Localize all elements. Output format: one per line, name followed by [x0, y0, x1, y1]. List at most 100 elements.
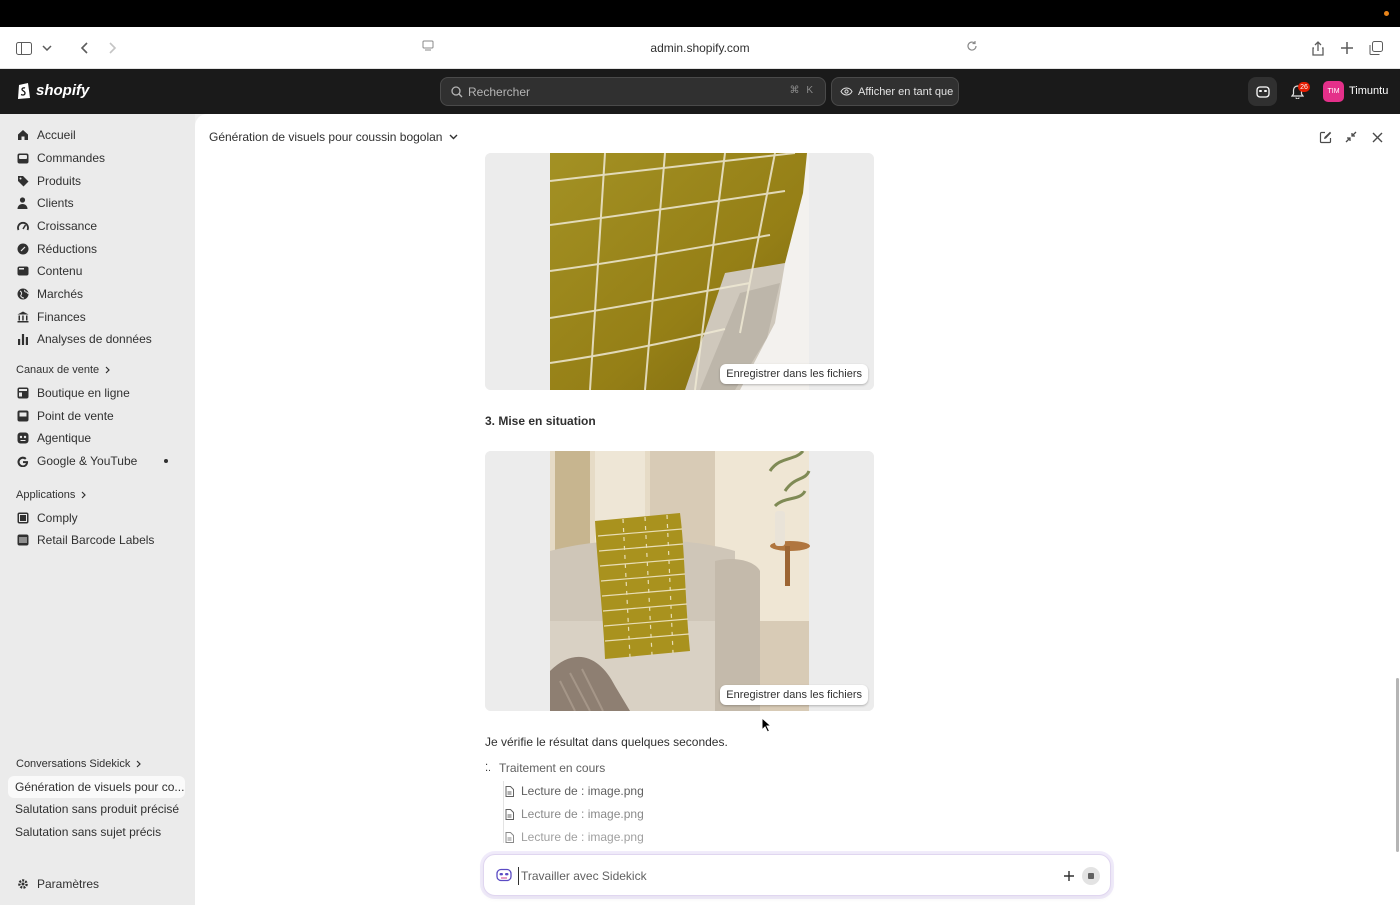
- conversation-title[interactable]: Génération de visuels pour coussin bogol…: [209, 130, 458, 144]
- sidebar-item-barcode[interactable]: Retail Barcode Labels: [8, 529, 188, 551]
- sidebar-item-pos[interactable]: Point de vente: [8, 405, 188, 427]
- sidebar-item-boutique[interactable]: Boutique en ligne: [8, 382, 188, 404]
- app-icon: [16, 512, 29, 525]
- sidebar-item-label: Accueil: [37, 128, 76, 142]
- chevron-down-icon: [449, 134, 458, 140]
- generated-image-card: Enregistrer dans les fichiers: [485, 153, 874, 390]
- sidebar-item-reductions[interactable]: Réductions: [8, 238, 188, 260]
- conversation-label: Salutation sans produit précisé: [15, 802, 180, 816]
- apps-heading[interactable]: Applications: [16, 489, 87, 501]
- sidebar-item-agentique[interactable]: Agentique: [8, 427, 188, 449]
- sidebar-item-analyses[interactable]: Analyses de données: [8, 328, 188, 350]
- new-chat-icon[interactable]: [1317, 129, 1333, 145]
- spinner-icon: ⁚.: [485, 762, 491, 774]
- file-icon: [505, 808, 514, 820]
- search-placeholder: Rechercher: [468, 84, 531, 99]
- content-icon: [16, 265, 29, 278]
- processing-status[interactable]: ⁚. Traitement en cours: [485, 761, 605, 775]
- sidebar-item-produits[interactable]: Produits: [8, 170, 188, 192]
- page-menu-icon[interactable]: [422, 40, 434, 55]
- status-dot: [164, 459, 168, 463]
- recording-indicator: [1384, 11, 1389, 16]
- section-label: Applications: [16, 489, 76, 501]
- url-text: admin.shopify.com: [650, 41, 750, 55]
- forward-icon[interactable]: [102, 37, 124, 59]
- tool-call-item: Lecture de : image.png: [505, 830, 644, 844]
- sidebar-item-label: Réductions: [37, 242, 98, 256]
- view-as-button[interactable]: Afficher en tant que: [831, 77, 959, 106]
- shopify-logo[interactable]: shopify: [16, 81, 89, 100]
- bank-icon: [16, 311, 29, 324]
- sidebar-item-label: Contenu: [37, 264, 83, 278]
- plus-icon: [1064, 871, 1074, 881]
- timeline-line: [503, 781, 504, 843]
- section-heading: 3. Mise en situation: [485, 414, 596, 428]
- agent-icon: [16, 432, 29, 445]
- message-input[interactable]: [518, 867, 1018, 885]
- address-bar[interactable]: admin.shopify.com: [414, 34, 986, 62]
- mouse-cursor-icon: [761, 717, 772, 733]
- sidekick-panel: Génération de visuels pour coussin bogol…: [195, 114, 1400, 905]
- save-to-files-button[interactable]: Enregistrer dans les fichiers: [720, 364, 868, 384]
- sidebar-toggle-icon[interactable]: [13, 37, 35, 59]
- sidebar-item-clients[interactable]: Clients: [8, 192, 188, 214]
- globe-icon: [16, 288, 29, 301]
- scrollbar-thumb[interactable]: [1396, 678, 1399, 852]
- sidebar-item-label: Boutique en ligne: [37, 386, 130, 400]
- eye-icon: [840, 87, 853, 96]
- conversation-item[interactable]: Salutation sans sujet précis: [8, 821, 185, 843]
- conversations-heading[interactable]: Conversations Sidekick: [16, 758, 142, 770]
- sidebar-item-marches[interactable]: Marchés: [8, 283, 188, 305]
- store-icon: [16, 387, 29, 400]
- processing-label: Traitement en cours: [498, 761, 606, 775]
- search-bar[interactable]: Rechercher ⌘ K: [440, 77, 826, 106]
- save-to-files-button[interactable]: Enregistrer dans les fichiers: [720, 685, 868, 705]
- cushion-lifestyle-image: [485, 451, 874, 711]
- sidebar-item-comply[interactable]: Comply: [8, 507, 188, 529]
- store-name[interactable]: Timuntu: [1349, 85, 1388, 97]
- person-icon: [16, 197, 29, 210]
- reload-icon[interactable]: [966, 40, 978, 55]
- home-icon: [16, 129, 29, 142]
- sidebar-item-settings[interactable]: Paramètres: [8, 873, 188, 895]
- tool-call-label: Lecture de : image.png: [521, 830, 644, 844]
- sidebar-item-contenu[interactable]: Contenu: [8, 260, 188, 282]
- sidebar-item-commandes[interactable]: Commandes: [8, 147, 188, 169]
- tool-call-item: Lecture de : image.png: [505, 784, 644, 798]
- conversation-item[interactable]: Salutation sans produit précisé: [8, 798, 185, 820]
- os-menu-bar: [0, 0, 1400, 27]
- share-icon[interactable]: [1307, 37, 1329, 59]
- sidebar-item-croissance[interactable]: Croissance: [8, 215, 188, 237]
- section-label: Conversations Sidekick: [16, 758, 131, 770]
- tab-overview-icon[interactable]: [1365, 37, 1387, 59]
- bar-chart-icon: [16, 333, 29, 346]
- back-icon[interactable]: [73, 37, 95, 59]
- stop-generation-button[interactable]: [1082, 867, 1100, 885]
- avatar[interactable]: TIM: [1323, 81, 1344, 102]
- sidebar-item-label: Google & YouTube: [37, 454, 138, 468]
- conversation-label: Salutation sans sujet précis: [15, 825, 162, 839]
- add-attachment-button[interactable]: [1060, 867, 1078, 885]
- sidebar-item-label: Marchés: [37, 287, 84, 301]
- sales-channels-heading[interactable]: Canaux de vente: [16, 364, 111, 376]
- collapse-icon[interactable]: [1343, 129, 1359, 145]
- sidebar-item-accueil[interactable]: Accueil: [8, 124, 188, 146]
- sidekick-composer: [483, 854, 1111, 896]
- sidekick-icon[interactable]: [1248, 77, 1277, 106]
- sidebar-item-label: Produits: [37, 174, 82, 188]
- close-icon[interactable]: [1369, 129, 1385, 145]
- conversation-item-active[interactable]: Génération de visuels pour co...: [8, 776, 185, 798]
- chevron-right-icon: [136, 760, 142, 768]
- sidebar-item-label: Paramètres: [37, 877, 100, 891]
- barcode-icon: [16, 534, 29, 547]
- sidebar-item-label: Croissance: [37, 219, 98, 233]
- chevron-down-icon[interactable]: [36, 37, 58, 59]
- gear-icon: [16, 878, 29, 891]
- sidebar-item-finances[interactable]: Finances: [8, 306, 188, 328]
- new-tab-icon[interactable]: [1336, 37, 1358, 59]
- page-title: Génération de visuels pour coussin bogol…: [209, 130, 443, 144]
- sidebar-item-google[interactable]: Google & YouTube: [8, 450, 188, 472]
- notifications-bell-icon[interactable]: 26: [1283, 77, 1312, 106]
- sidebar-item-label: Analyses de données: [37, 332, 152, 346]
- view-as-label: Afficher en tant que: [858, 85, 954, 98]
